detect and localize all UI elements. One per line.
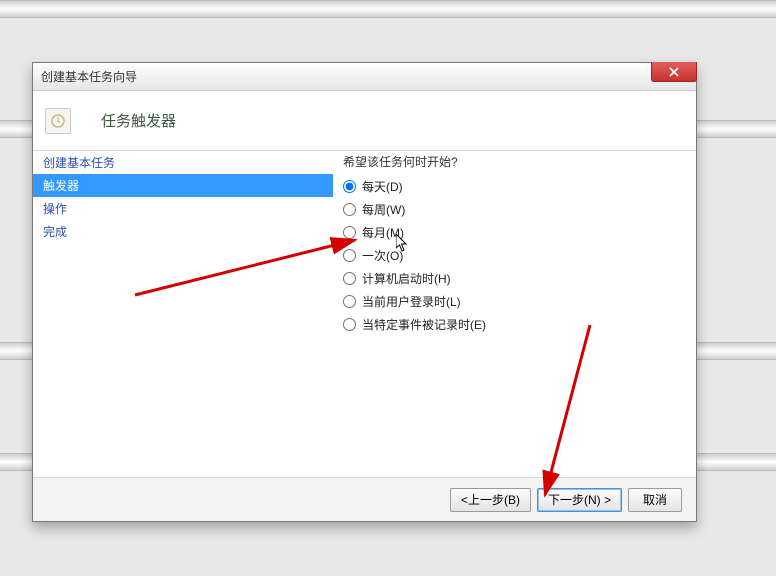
titlebar: 创建基本任务向导 [33, 63, 696, 91]
option-once[interactable]: 一次(O) [343, 247, 696, 264]
radio-monthly[interactable] [343, 226, 356, 239]
wizard-footer: <上一步(B) 下一步(N) > 取消 [33, 477, 696, 521]
task-icon [45, 108, 71, 134]
window-title: 创建基本任务向导 [41, 68, 137, 85]
option-label: 每周(W) [362, 201, 405, 218]
wizard-header: 任务触发器 [33, 91, 696, 151]
radio-user-logon[interactable] [343, 295, 356, 308]
trigger-options-panel: 希望该任务何时开始? 每天(D) 每周(W) 每月(M) 一次(O) 计算机启动… [333, 151, 696, 477]
radio-daily[interactable] [343, 180, 356, 193]
option-label: 一次(O) [362, 247, 403, 264]
option-label: 当特定事件被记录时(E) [362, 316, 486, 333]
question-label: 希望该任务何时开始? [343, 153, 696, 170]
option-user-logon[interactable]: 当前用户登录时(L) [343, 293, 696, 310]
step-action[interactable]: 操作 [33, 197, 333, 220]
next-button[interactable]: 下一步(N) > [537, 488, 622, 512]
option-computer-start[interactable]: 计算机启动时(H) [343, 270, 696, 287]
wizard-steps: 创建基本任务 触发器 操作 完成 [33, 151, 333, 477]
wizard-dialog: 创建基本任务向导 任务触发器 创建基本任务 触发器 操作 完成 希望该任务何时开… [32, 62, 697, 522]
cancel-button[interactable]: 取消 [628, 488, 682, 512]
option-label: 每天(D) [362, 178, 403, 195]
option-label: 每月(M) [362, 224, 404, 241]
option-label: 计算机启动时(H) [362, 270, 451, 287]
radio-once[interactable] [343, 249, 356, 262]
radio-specific-event[interactable] [343, 318, 356, 331]
step-create-basic-task[interactable]: 创建基本任务 [33, 151, 333, 174]
step-finish[interactable]: 完成 [33, 220, 333, 243]
option-label: 当前用户登录时(L) [362, 293, 461, 310]
back-button[interactable]: <上一步(B) [450, 488, 531, 512]
step-trigger[interactable]: 触发器 [33, 174, 333, 197]
radio-weekly[interactable] [343, 203, 356, 216]
option-weekly[interactable]: 每周(W) [343, 201, 696, 218]
page-title: 任务触发器 [101, 110, 176, 131]
option-specific-event[interactable]: 当特定事件被记录时(E) [343, 316, 696, 333]
option-monthly[interactable]: 每月(M) [343, 224, 696, 241]
close-button[interactable] [651, 62, 697, 82]
radio-computer-start[interactable] [343, 272, 356, 285]
option-daily[interactable]: 每天(D) [343, 178, 696, 195]
